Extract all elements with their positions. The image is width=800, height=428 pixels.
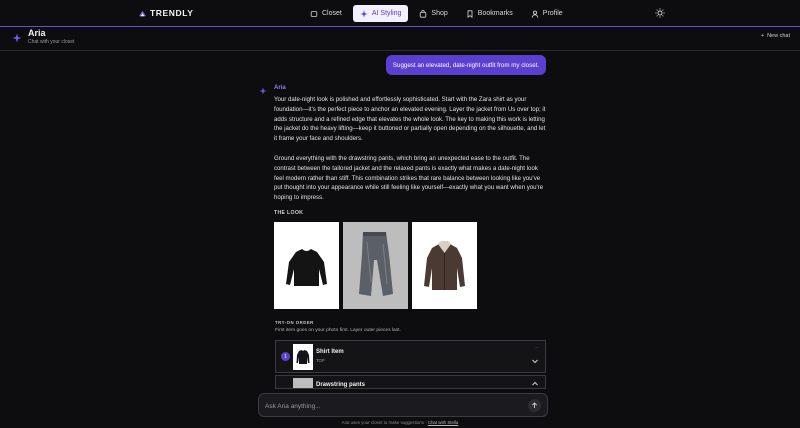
chevron-up-icon[interactable] — [531, 380, 539, 388]
nav-ai-styling-label: AI Styling — [371, 10, 402, 17]
footer-link[interactable]: Chat with Stella — [428, 420, 459, 425]
jacket-image — [424, 241, 465, 290]
tryon-index: 1 — [281, 352, 290, 361]
nav-profile-label: Profile — [542, 10, 563, 17]
look-item-shirt[interactable] — [274, 222, 339, 309]
assistant-avatar-icon — [12, 33, 22, 43]
tryon-item[interactable]: 1 Shirt Item TOP ·· — [275, 340, 546, 373]
chevron-down-icon[interactable] — [531, 357, 539, 365]
nav-ai-styling[interactable]: AI Styling — [352, 5, 409, 22]
tryon-item-name: Shirt Item — [316, 349, 344, 355]
assistant-sparkle-icon — [259, 87, 267, 95]
hanger-icon — [310, 10, 318, 17]
nav-shop[interactable]: Shop — [412, 5, 454, 22]
footer-note: Aria uses your closet to make suggestion… — [0, 420, 800, 425]
brand[interactable]: TRENDLY — [138, 8, 194, 18]
arrow-up-icon — [531, 402, 538, 408]
look-heading: THE LOOK — [274, 210, 304, 216]
nav-bookmarks[interactable]: Bookmarks — [459, 5, 520, 22]
bookmark-icon — [467, 9, 473, 18]
chat-subtitle: Chat with your closet — [28, 39, 75, 45]
tryon-item-name: Drawstring pants — [316, 382, 366, 388]
sun-icon[interactable] — [655, 8, 665, 18]
sweater-image — [286, 249, 327, 286]
assistant-name: Aria — [274, 85, 286, 91]
plus-icon: + — [760, 33, 765, 39]
message-input[interactable] — [265, 398, 515, 414]
chat-title: Aria — [28, 28, 46, 38]
nav-shop-label: Shop — [431, 10, 448, 17]
nav-closet[interactable]: Closet — [303, 5, 349, 22]
main-nav: Closet AI Styling Shop Bookmarks Profile — [303, 5, 570, 22]
brand-name: TRENDLY — [150, 8, 194, 18]
assistant-paragraph: Your date-night look is polished and eff… — [274, 96, 546, 143]
tryon-subtitle: First item goes on your photo first. Lay… — [275, 328, 401, 333]
nav-bookmarks-label: Bookmarks — [477, 10, 513, 17]
look-item-pants[interactable] — [343, 222, 408, 309]
message-composer — [258, 393, 548, 417]
tryon-title: TRY-ON ORDER — [275, 320, 314, 325]
bag-icon — [420, 9, 427, 18]
jeans-image — [359, 232, 393, 296]
drag-handle-icon[interactable]: ·· — [535, 345, 539, 351]
tryon-thumbnail — [293, 378, 313, 388]
footer-text: Aria uses your closet to make suggestion… — [341, 420, 428, 425]
new-chat-button[interactable]: + New chat — [761, 33, 790, 39]
sparkle-icon — [360, 9, 368, 18]
look-item-jacket[interactable] — [412, 222, 477, 309]
chat-header: Aria Chat with your closet + New chat — [0, 27, 800, 51]
tryon-item-category: TOP — [316, 358, 325, 363]
user-message: Suggest an elevated, date-night outfit f… — [386, 55, 546, 75]
tryon-item[interactable]: Drawstring pants — [275, 375, 546, 389]
assistant-paragraph: Ground everything with the drawstring pa… — [274, 155, 544, 202]
shirt-thumb-icon — [296, 350, 310, 364]
nav-closet-label: Closet — [322, 10, 342, 17]
nav-profile[interactable]: Profile — [524, 5, 570, 22]
brand-logo-icon — [138, 10, 147, 16]
send-button[interactable] — [528, 399, 541, 412]
new-chat-label: New chat — [767, 33, 790, 39]
tryon-thumbnail — [293, 344, 313, 370]
top-navbar: TRENDLY Closet AI Styling Shop Bookmarks… — [0, 0, 800, 27]
user-icon — [531, 10, 538, 18]
